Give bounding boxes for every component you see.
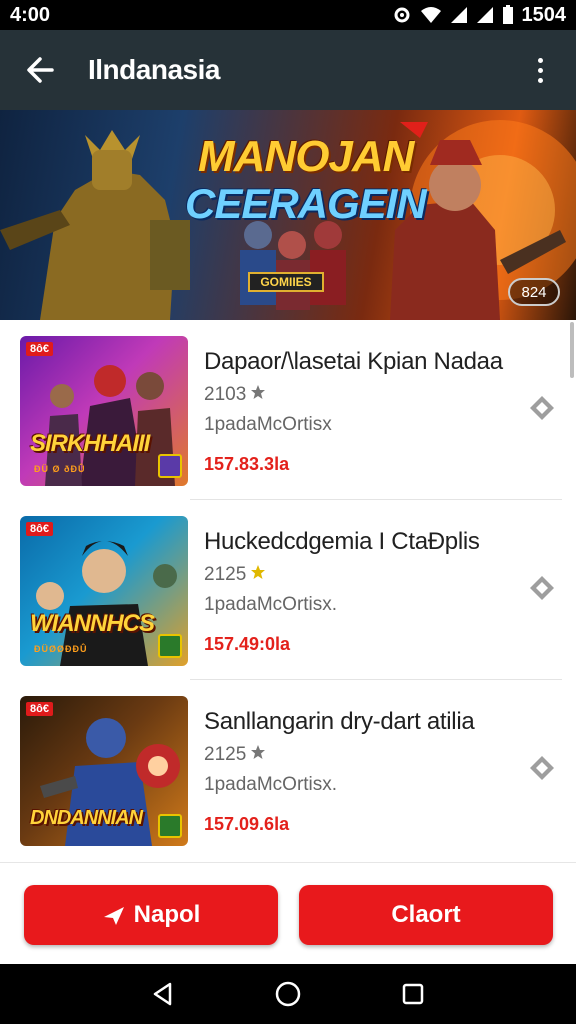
banner-page-counter: 824 [508, 278, 560, 306]
page-title: Ilndanasia [88, 54, 220, 85]
status-icons: 1504 [392, 3, 567, 27]
signal-icon [450, 6, 468, 24]
item-title: Sanllangarin dry-dart atilia [204, 708, 475, 735]
thumb-caption: DNDANNIAN [30, 807, 143, 829]
thumb-caption: WIANNHCS [30, 610, 155, 637]
banner-title-line1: MANOJAN [198, 132, 414, 181]
footer-actions: Napol Claort [0, 862, 576, 964]
item-title: Dapaor/\lasetai Kpian Nadaa [204, 348, 503, 375]
secondary-action-label: Claort [391, 901, 461, 928]
primary-action-button[interactable]: Napol [24, 885, 278, 945]
app-bar: Ilndanasia [0, 30, 576, 110]
item-subtitle: 1padaMcOrtisx [204, 414, 332, 435]
item-price: 157.83.3la [204, 454, 290, 474]
more-options-button[interactable] [524, 50, 556, 90]
thumb-subcaption: ÐÜØØÐÐÛ [34, 644, 88, 654]
item-tag: 8ô€ [26, 702, 53, 716]
thumb-chip [158, 634, 182, 658]
star-icon [250, 384, 266, 406]
item-subtitle: 1padaMcOrtisx. [204, 774, 338, 795]
nav-recents-button[interactable] [393, 974, 433, 1014]
signal-icon-2 [476, 6, 494, 24]
item-rating: 2103 [204, 384, 266, 406]
item-tag: 8ô€ [26, 342, 53, 356]
circle-home-icon [275, 981, 301, 1007]
wifi-icon [420, 6, 442, 24]
plane-icon [103, 907, 124, 925]
item-rating: 2125 [204, 744, 266, 766]
secondary-action-button[interactable]: Claort [299, 885, 553, 945]
thumb-subcaption: ÐÜ Ø ðÐÛ [34, 464, 86, 474]
list-item[interactable]: 8ô€ DNDANNIAN Sanllangarin dry-dart atil… [0, 680, 576, 860]
square-recents-icon [403, 983, 424, 1005]
rating-value: 2103 [204, 384, 247, 405]
item-action-diamond-icon[interactable] [528, 574, 556, 602]
item-tag: 8ô€ [26, 522, 53, 536]
settings-gear-icon [392, 5, 412, 25]
banner-badge: GOMIIES [248, 272, 324, 292]
primary-action-label: Napol [133, 901, 201, 928]
triangle-back-icon [153, 982, 171, 1006]
status-right-text: 1504 [521, 3, 567, 26]
item-price: 157.09.6la [204, 814, 290, 834]
item-thumbnail: 8ô€ DNDANNIAN [20, 696, 188, 846]
system-nav-bar [0, 964, 576, 1024]
rating-value: 2125 [204, 744, 247, 765]
item-subtitle: 1padaMcOrtisx. [204, 594, 338, 615]
game-list[interactable]: 8ô€ SIRKHHAIII ÐÜ Ø ðÐÛ Dapaor/\lasetai … [0, 320, 576, 862]
back-arrow-icon [27, 57, 54, 83]
thumb-caption: SIRKHHAIII [30, 430, 150, 457]
status-time: 4:00 [10, 3, 51, 26]
thumb-chip [158, 454, 182, 478]
banner-title-line2: CEERAGEIN [185, 180, 427, 227]
item-price: 157.49:0la [204, 634, 291, 654]
rating-value: 2125 [204, 564, 247, 585]
item-action-diamond-icon[interactable] [528, 394, 556, 422]
item-rating: 2125 [204, 564, 266, 586]
status-bar: 4:00 1504 [0, 0, 576, 30]
back-button[interactable] [20, 50, 60, 90]
scrollbar[interactable] [570, 322, 574, 378]
nav-home-button[interactable] [268, 974, 308, 1014]
item-title: Huckedcdgemia I CtaÐplis [204, 528, 480, 555]
list-item[interactable]: 8ô€ WIANNHCS ÐÜØØÐÐÛ Huckedcdgemia I Cta… [0, 500, 576, 680]
nav-back-button[interactable] [143, 974, 183, 1014]
list-item[interactable]: 8ô€ SIRKHHAIII ÐÜ Ø ðÐÛ Dapaor/\lasetai … [0, 320, 576, 500]
star-icon [250, 564, 266, 586]
star-icon [250, 744, 266, 766]
item-thumbnail: 8ô€ SIRKHHAIII ÐÜ Ø ðÐÛ [20, 336, 188, 486]
thumb-chip [158, 814, 182, 838]
item-action-diamond-icon[interactable] [528, 754, 556, 782]
battery-icon [502, 5, 514, 25]
item-thumbnail: 8ô€ WIANNHCS ÐÜØØÐÐÛ [20, 516, 188, 666]
